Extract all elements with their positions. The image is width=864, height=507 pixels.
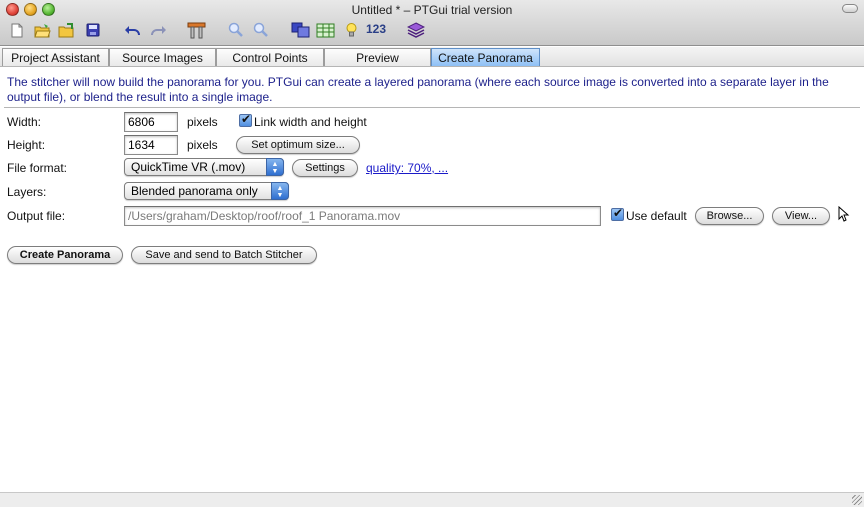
view-button[interactable]: View...: [772, 207, 830, 225]
new-document-icon[interactable]: [10, 21, 24, 39]
zoom-in-icon[interactable]: [227, 21, 245, 39]
output-file-label: Output file:: [7, 209, 66, 223]
save-icon[interactable]: [85, 21, 101, 39]
layers-value: Blended panorama only: [131, 184, 258, 198]
height-field[interactable]: 1634: [124, 135, 178, 155]
tab-project-assistant[interactable]: Project Assistant: [2, 48, 109, 66]
use-default-checkbox[interactable]: [611, 206, 624, 221]
table-icon[interactable]: [315, 21, 335, 39]
panorama-editor-icon[interactable]: [290, 21, 310, 39]
tab-control-points[interactable]: Control Points: [216, 48, 324, 66]
layers-icon[interactable]: [406, 21, 426, 39]
tab-source-images[interactable]: Source Images: [109, 48, 216, 66]
toolbar-toggle-button[interactable]: [842, 4, 858, 13]
tab-bar: Project Assistant Source Images Control …: [0, 47, 864, 67]
width-field[interactable]: 6806: [124, 112, 178, 132]
mouse-cursor-icon: [838, 205, 852, 225]
window-titlebar: Untitled * – PTGui trial version 123: [0, 0, 864, 46]
layers-label: Layers:: [7, 185, 47, 199]
width-label: Width:: [7, 115, 42, 129]
send-to-batch-stitcher-button[interactable]: Save and send to Batch Stitcher: [131, 246, 317, 264]
open-project-icon[interactable]: [33, 21, 51, 39]
link-width-height-checkbox[interactable]: [239, 112, 252, 127]
file-format-value: QuickTime VR (.mov): [131, 160, 246, 174]
create-panorama-button[interactable]: Create Panorama: [7, 246, 123, 264]
set-optimum-size-button[interactable]: Set optimum size...: [236, 136, 360, 154]
tab-preview[interactable]: Preview: [324, 48, 431, 66]
use-default-label[interactable]: Use default: [626, 209, 687, 223]
select-arrows-icon: ▲ ▼: [266, 158, 284, 176]
height-label: Height:: [7, 138, 46, 152]
zoom-out-icon[interactable]: [252, 21, 270, 39]
height-unit-label: pixels: [187, 138, 218, 152]
file-format-label: File format:: [7, 161, 68, 175]
separator: [4, 107, 860, 108]
status-bar: [0, 492, 864, 507]
lightbulb-icon[interactable]: [344, 21, 358, 39]
select-arrows-icon: ▲ ▼: [271, 182, 289, 200]
width-unit-label: pixels: [187, 115, 218, 129]
load-images-icon[interactable]: [57, 21, 75, 39]
tools-icon[interactable]: [186, 21, 206, 39]
browse-button[interactable]: Browse...: [695, 207, 764, 225]
layers-select[interactable]: Blended panorama only ▲ ▼: [124, 182, 289, 200]
output-file-field[interactable]: /Users/graham/Desktop/roof/roof_1 Panora…: [124, 206, 601, 226]
numbers-label[interactable]: 123: [366, 22, 386, 36]
quality-link[interactable]: quality: 70%, ...: [366, 161, 448, 175]
link-width-height-label[interactable]: Link width and height: [254, 115, 367, 129]
settings-button[interactable]: Settings: [292, 159, 358, 177]
file-format-select[interactable]: QuickTime VR (.mov) ▲ ▼: [124, 158, 284, 176]
tab-create-panorama[interactable]: Create Panorama: [431, 48, 540, 66]
redo-icon[interactable]: [149, 21, 167, 39]
undo-icon[interactable]: [123, 21, 141, 39]
window-title: Untitled * – PTGui trial version: [351, 3, 513, 17]
intro-text: The stitcher will now build the panorama…: [7, 75, 829, 104]
resize-grip-icon[interactable]: [852, 495, 862, 505]
